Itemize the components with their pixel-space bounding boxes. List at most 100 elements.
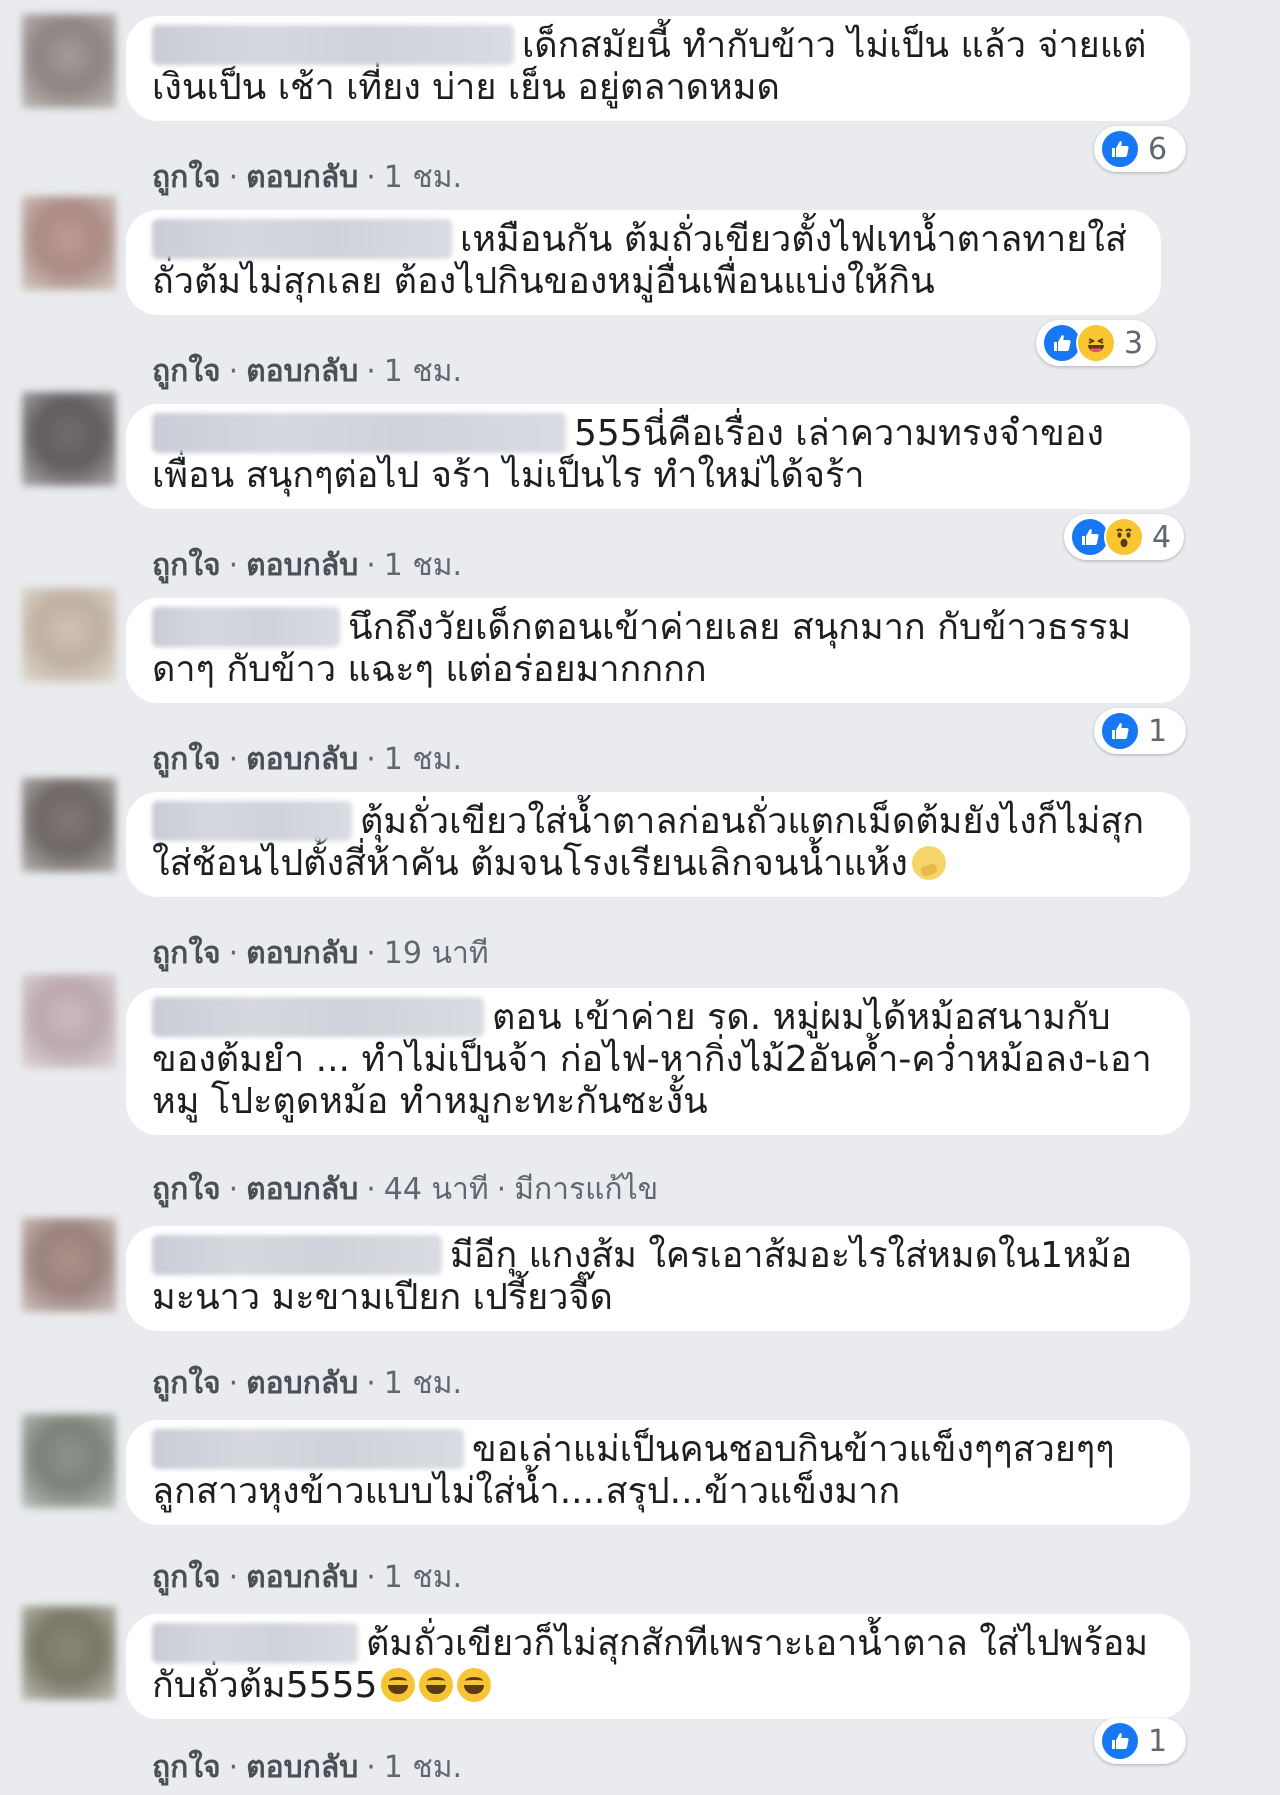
reply-link[interactable]: ตอบกลับ xyxy=(246,1366,358,1401)
like-link[interactable]: ถูกใจ xyxy=(152,160,221,195)
thumbs-up-icon xyxy=(1100,129,1140,169)
like-link[interactable]: ถูกใจ xyxy=(152,1366,221,1401)
separator: · xyxy=(366,1560,376,1595)
comment-bubble: ขอเล่าแม่เป็นคนชอบกินข้าวแข็งๆๆสวยๆๆลูกส… xyxy=(126,1420,1190,1525)
reply-link[interactable]: ตอบกลับ xyxy=(246,1560,358,1595)
reaction-summary[interactable]: 4 xyxy=(1064,514,1184,560)
separator: · xyxy=(228,1366,239,1401)
like-link[interactable]: ถูกใจ xyxy=(152,1560,221,1595)
comment-bubble: เหมือนกัน ต้มถั่วเขียวตั้งไฟเทน้ำตาลทายใ… xyxy=(126,210,1161,315)
commenter-name[interactable] xyxy=(152,413,566,453)
like-link[interactable]: ถูกใจ xyxy=(152,936,221,971)
grin-emoji-icon xyxy=(419,1668,454,1702)
comment-actions: ถูกใจ · ตอบกลับ · 19 นาที xyxy=(152,930,489,977)
haha-emoji-icon xyxy=(1076,323,1116,363)
timestamp[interactable]: 19 นาที xyxy=(384,936,489,971)
separator: · xyxy=(366,936,376,971)
timestamp[interactable]: 1 ชม. xyxy=(384,160,462,195)
avatar[interactable] xyxy=(22,392,116,486)
commenter-name[interactable] xyxy=(152,1235,442,1275)
avatar[interactable] xyxy=(22,1414,116,1508)
separator: · xyxy=(228,160,239,195)
like-link[interactable]: ถูกใจ xyxy=(152,742,221,777)
commenter-name[interactable] xyxy=(152,997,484,1037)
commenter-name[interactable] xyxy=(152,25,514,65)
comment-actions: ถูกใจ · ตอบกลับ · 1 ชม. xyxy=(152,348,462,395)
commenter-name[interactable] xyxy=(152,1623,358,1663)
commenter-name[interactable] xyxy=(152,1429,464,1469)
commenter-name[interactable] xyxy=(152,801,352,841)
avatar[interactable] xyxy=(22,588,116,682)
reaction-summary[interactable]: 6 xyxy=(1094,126,1186,172)
comment-bubble: เด็กสมัยนี้ ทำกับข้าว ไม่เป็น แล้ว จ่ายแ… xyxy=(126,16,1190,121)
reply-link[interactable]: ตอบกลับ xyxy=(246,160,358,195)
like-link[interactable]: ถูกใจ xyxy=(152,1750,221,1785)
reaction-summary[interactable]: 1 xyxy=(1094,1718,1186,1764)
commenter-name[interactable] xyxy=(152,607,340,647)
reply-link[interactable]: ตอบกลับ xyxy=(246,548,358,583)
reply-link[interactable]: ตอบกลับ xyxy=(246,936,358,971)
comment-actions: ถูกใจ · ตอบกลับ · 1 ชม. xyxy=(152,1744,462,1791)
timestamp[interactable]: 1 ชม. xyxy=(384,742,462,777)
avatar[interactable] xyxy=(22,1606,116,1700)
timestamp[interactable]: 1 ชม. xyxy=(384,1560,462,1595)
comment-bubble: มีอีกุ แกงส้ม ใครเอาส้มอะไรใส่หมดใน1หม้อ… xyxy=(126,1226,1190,1331)
like-link[interactable]: ถูกใจ xyxy=(152,1172,221,1207)
reaction-count: 1 xyxy=(1148,1723,1168,1759)
comment-actions: ถูกใจ · ตอบกลับ · 1 ชม. xyxy=(152,154,462,201)
reaction-count: 4 xyxy=(1152,519,1172,555)
reaction-count: 1 xyxy=(1148,713,1168,749)
comment-actions: ถูกใจ · ตอบกลับ · 44 นาที · มีการแก้ไข xyxy=(152,1166,658,1213)
comment-actions: ถูกใจ · ตอบกลับ · 1 ชม. xyxy=(152,736,462,783)
comment-thread: เด็กสมัยนี้ ทำกับข้าว ไม่เป็น แล้ว จ่ายแ… xyxy=(0,0,1280,1795)
timestamp[interactable]: 1 ชม. xyxy=(384,1366,462,1401)
avatar[interactable] xyxy=(22,974,116,1068)
thumbs-up-icon xyxy=(1100,1721,1140,1761)
comment-actions: ถูกใจ · ตอบกลับ · 1 ชม. xyxy=(152,542,462,589)
wow-emoji-icon xyxy=(1104,517,1144,557)
thumbs-up-icon xyxy=(1100,711,1140,751)
separator: · xyxy=(228,1750,239,1785)
separator: · xyxy=(228,548,239,583)
grin-emoji-icon xyxy=(381,1668,416,1702)
like-link[interactable]: ถูกใจ xyxy=(152,354,221,389)
separator: · xyxy=(366,160,376,195)
timestamp[interactable]: 1 ชม. xyxy=(384,354,462,389)
reaction-summary[interactable]: 3 xyxy=(1036,320,1156,366)
separator: · xyxy=(228,1172,239,1207)
separator: · xyxy=(366,548,376,583)
comment-bubble: นึกถึงวัยเด็กตอนเข้าค่ายเลย สนุกมาก กับข… xyxy=(126,598,1190,703)
comment-bubble: ตอน เข้าค่าย รด. หมู่ผมได้หม้อสนามกับของ… xyxy=(126,988,1190,1135)
edited-label[interactable]: มีการแก้ไข xyxy=(514,1172,658,1207)
separator: · xyxy=(366,1366,376,1401)
separator: · xyxy=(228,1560,239,1595)
reaction-count: 3 xyxy=(1124,325,1144,361)
comment-bubble: ต้มถั่วเขียวก็ไม่สุกสักทีเพราะเอาน้ำตาล … xyxy=(126,1614,1190,1719)
separator: · xyxy=(496,1172,507,1207)
reaction-summary[interactable]: 1 xyxy=(1094,708,1186,754)
separator: · xyxy=(228,742,239,777)
reply-link[interactable]: ตอบกลับ xyxy=(246,354,358,389)
avatar[interactable] xyxy=(22,196,116,290)
reaction-count: 6 xyxy=(1148,131,1168,167)
separator: · xyxy=(366,1750,376,1785)
reply-link[interactable]: ตอบกลับ xyxy=(246,1172,358,1207)
reply-link[interactable]: ตอบกลับ xyxy=(246,1750,358,1785)
avatar[interactable] xyxy=(22,1218,116,1312)
comment-actions: ถูกใจ · ตอบกลับ · 1 ชม. xyxy=(152,1554,462,1601)
reply-link[interactable]: ตอบกลับ xyxy=(246,742,358,777)
separator: · xyxy=(366,742,376,777)
separator: · xyxy=(366,354,376,389)
thinking-emoji-icon xyxy=(911,846,946,880)
separator: · xyxy=(366,1172,376,1207)
separator: · xyxy=(228,354,239,389)
timestamp[interactable]: 1 ชม. xyxy=(384,1750,462,1785)
comment-bubble: 555นี่คือเรื่อง เล่าความทรงจำของเพื่อน ส… xyxy=(126,404,1190,509)
avatar[interactable] xyxy=(22,778,116,872)
commenter-name[interactable] xyxy=(152,219,452,259)
avatar[interactable] xyxy=(22,14,116,108)
timestamp[interactable]: 44 นาที xyxy=(384,1172,489,1207)
like-link[interactable]: ถูกใจ xyxy=(152,548,221,583)
timestamp[interactable]: 1 ชม. xyxy=(384,548,462,583)
grin-emoji-icon xyxy=(457,1668,492,1702)
